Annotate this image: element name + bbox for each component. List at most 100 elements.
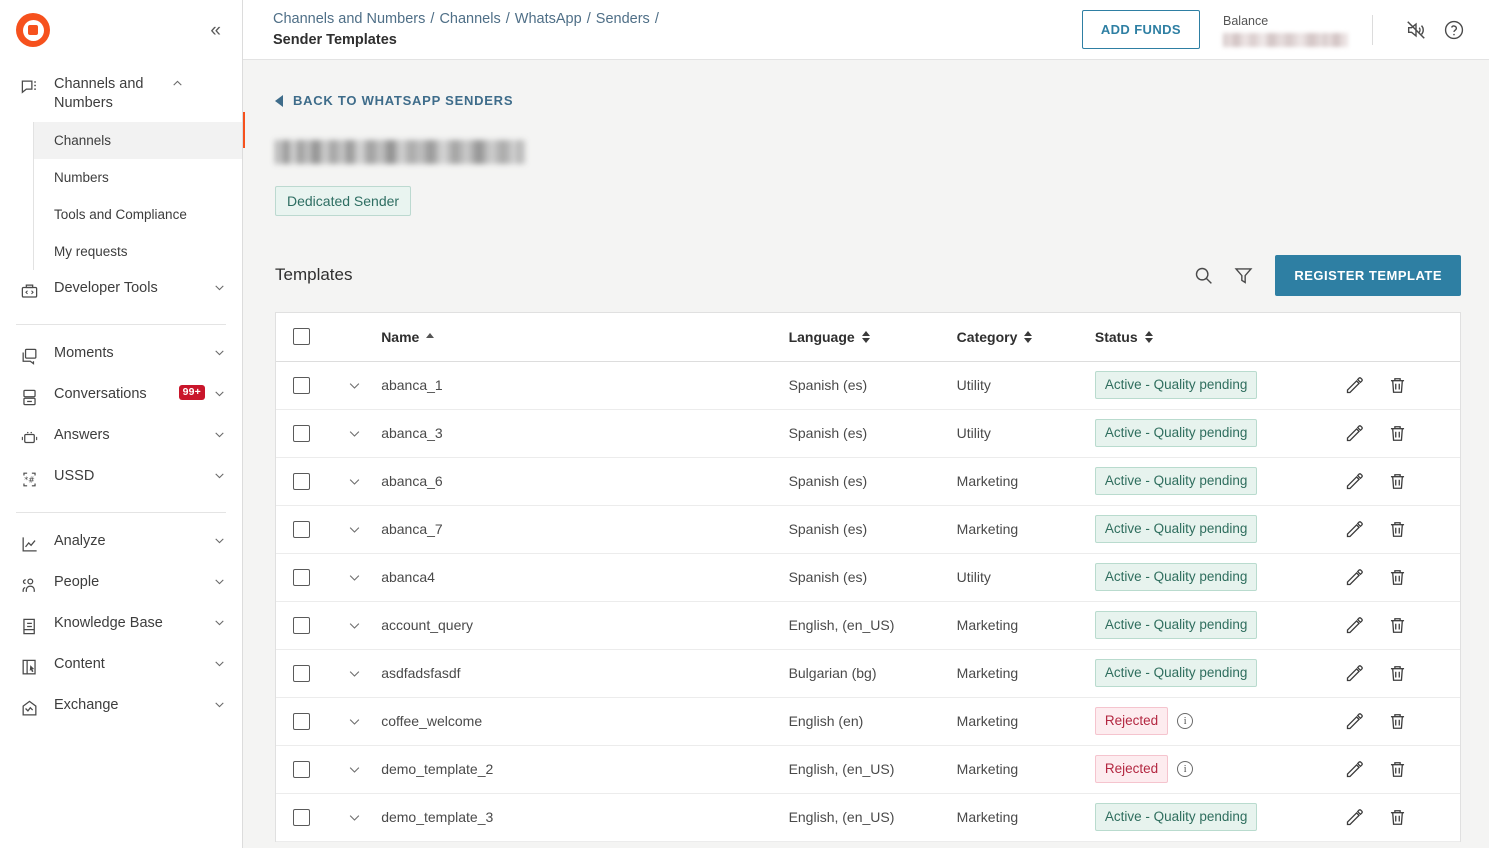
sidebar-item-moments[interactable]: Moments <box>0 335 242 376</box>
edit-pencil-icon[interactable] <box>1344 471 1365 492</box>
sidebar-item-people[interactable]: People <box>0 564 242 605</box>
sidebar-item-ussd[interactable]: *# USSD <box>0 458 242 499</box>
delete-trash-icon[interactable] <box>1387 423 1408 444</box>
table-row[interactable]: abanca4 Spanish (es) Utility Active - Quali… <box>276 553 1460 602</box>
sort-toggle-icon[interactable] <box>1144 330 1153 343</box>
chevron-down-icon[interactable] <box>328 522 382 537</box>
row-select-checkbox[interactable] <box>293 424 311 442</box>
chevron-down-icon[interactable] <box>328 714 382 729</box>
table-row[interactable]: demo_template_2 English, (en_US) Marketing… <box>276 745 1460 794</box>
row-select-checkbox[interactable] <box>293 376 311 394</box>
edit-pencil-icon[interactable] <box>1344 375 1365 396</box>
delete-trash-icon[interactable] <box>1387 711 1408 732</box>
edit-pencil-icon[interactable] <box>1344 615 1365 636</box>
status-info-icon[interactable]: i <box>1177 713 1194 729</box>
sidebar-item-analyze[interactable]: Analyze <box>0 523 242 564</box>
sidebar-item-conversations[interactable]: Conversations 99+ <box>0 376 242 417</box>
column-header-status[interactable]: Status <box>1094 313 1341 362</box>
sidebar-collapse-button[interactable]: « <box>210 21 222 40</box>
sort-asc-icon[interactable] <box>426 333 435 341</box>
register-template-button[interactable]: REGISTER TEMPLATE <box>1275 254 1461 296</box>
chevron-down-icon[interactable] <box>212 281 226 294</box>
sort-toggle-icon[interactable] <box>1024 330 1033 343</box>
row-select-checkbox[interactable] <box>293 664 311 682</box>
delete-trash-icon[interactable] <box>1387 375 1408 396</box>
table-row[interactable]: abanca_1 Spanish (es) Utility Active - Qual… <box>276 361 1460 410</box>
delete-trash-icon[interactable] <box>1387 615 1408 636</box>
chevron-down-icon[interactable] <box>212 616 226 629</box>
row-select-checkbox[interactable] <box>293 520 311 538</box>
chevron-down-icon[interactable] <box>328 474 382 489</box>
column-header-language[interactable]: Language <box>788 313 957 362</box>
sidebar-item-content[interactable]: Content <box>0 646 242 687</box>
row-select-checkbox[interactable] <box>293 616 311 634</box>
row-select-checkbox[interactable] <box>293 808 311 826</box>
sort-toggle-icon[interactable] <box>861 330 870 343</box>
chevron-down-icon[interactable] <box>328 570 382 585</box>
chevron-down-icon[interactable] <box>328 618 382 633</box>
sidebar-item-developer-tools[interactable]: Developer Tools <box>0 270 242 311</box>
edit-pencil-icon[interactable] <box>1344 423 1365 444</box>
column-header-name[interactable]: Name <box>381 313 789 362</box>
chevron-down-icon[interactable] <box>212 575 226 588</box>
delete-trash-icon[interactable] <box>1387 663 1408 684</box>
chevron-down-icon[interactable] <box>212 698 226 711</box>
sidebar-item-knowledge-base[interactable]: Knowledge Base <box>0 605 242 646</box>
edit-pencil-icon[interactable] <box>1344 711 1365 732</box>
mute-bell-icon[interactable] <box>1401 15 1431 45</box>
delete-trash-icon[interactable] <box>1387 567 1408 588</box>
chevron-down-icon[interactable] <box>328 426 382 441</box>
row-select-checkbox[interactable] <box>293 760 311 778</box>
edit-pencil-icon[interactable] <box>1344 759 1365 780</box>
chevron-down-icon[interactable] <box>212 387 226 400</box>
sidebar-item-numbers[interactable]: Numbers <box>34 159 242 196</box>
chevron-down-icon[interactable] <box>212 469 226 482</box>
breadcrumb-item-whatsapp[interactable]: WhatsApp <box>515 11 582 27</box>
column-header-category[interactable]: Category <box>956 313 1095 362</box>
status-info-icon[interactable]: i <box>1177 761 1194 777</box>
sidebar-item-exchange[interactable]: Exchange <box>0 687 242 728</box>
row-select-checkbox[interactable] <box>293 472 311 490</box>
table-row[interactable]: coffee_welcome English (en) Marketing Rejec… <box>276 697 1460 746</box>
breadcrumb-item-channels[interactable]: Channels <box>439 11 500 27</box>
edit-pencil-icon[interactable] <box>1344 807 1365 828</box>
infobip-logo[interactable] <box>16 13 50 47</box>
table-row[interactable]: abanca_3 Spanish (es) Utility Active - Qual… <box>276 409 1460 458</box>
delete-trash-icon[interactable] <box>1387 471 1408 492</box>
row-select-checkbox[interactable] <box>293 568 311 586</box>
chevron-down-icon[interactable] <box>328 810 382 825</box>
sidebar-item-channels[interactable]: Channels <box>34 122 242 159</box>
back-to-whatsapp-senders-link[interactable]: BACK TO WHATSAPP SENDERS <box>243 60 513 108</box>
breadcrumb-item-senders[interactable]: Senders <box>596 11 650 27</box>
chevron-down-icon[interactable] <box>212 346 226 359</box>
delete-trash-icon[interactable] <box>1387 519 1408 540</box>
sidebar-item-my-requests[interactable]: My requests <box>34 233 242 270</box>
table-row[interactable]: asdfadsfasdf Bulgarian (bg) Marketing Activ… <box>276 649 1460 698</box>
chevron-down-icon[interactable] <box>212 534 226 547</box>
select-all-checkbox[interactable] <box>293 328 311 346</box>
edit-pencil-icon[interactable] <box>1344 567 1365 588</box>
breadcrumb-item-channels-and-numbers[interactable]: Channels and Numbers <box>273 11 425 27</box>
table-row[interactable]: abanca_6 Spanish (es) Marketing Active - Qu… <box>276 457 1460 506</box>
search-icon[interactable] <box>1183 255 1223 295</box>
chevron-down-icon[interactable] <box>212 428 226 441</box>
table-row[interactable]: demo_template_3 English, (en_US) Marketing… <box>276 793 1460 842</box>
delete-trash-icon[interactable] <box>1387 807 1408 828</box>
sidebar-item-answers[interactable]: Answers <box>0 417 242 458</box>
add-funds-button[interactable]: ADD FUNDS <box>1081 10 1200 49</box>
filter-icon[interactable] <box>1223 255 1263 295</box>
delete-trash-icon[interactable] <box>1387 759 1408 780</box>
sidebar-item-tools-and-compliance[interactable]: Tools and Compliance <box>34 196 242 233</box>
help-question-icon[interactable] <box>1439 15 1469 45</box>
edit-pencil-icon[interactable] <box>1344 663 1365 684</box>
row-select-checkbox[interactable] <box>293 712 311 730</box>
edit-pencil-icon[interactable] <box>1344 519 1365 540</box>
sidebar-item-channels-and-numbers[interactable]: Channels and Numbers <box>0 66 242 122</box>
chevron-up-icon[interactable] <box>170 77 184 90</box>
table-row[interactable]: abanca_7 Spanish (es) Marketing Active - Qu… <box>276 505 1460 554</box>
chevron-down-icon[interactable] <box>212 657 226 670</box>
table-row[interactable]: account_query English, (en_US) Marketing Ac… <box>276 601 1460 650</box>
chevron-down-icon[interactable] <box>328 378 382 393</box>
chevron-down-icon[interactable] <box>328 762 382 777</box>
chevron-down-icon[interactable] <box>328 666 382 681</box>
